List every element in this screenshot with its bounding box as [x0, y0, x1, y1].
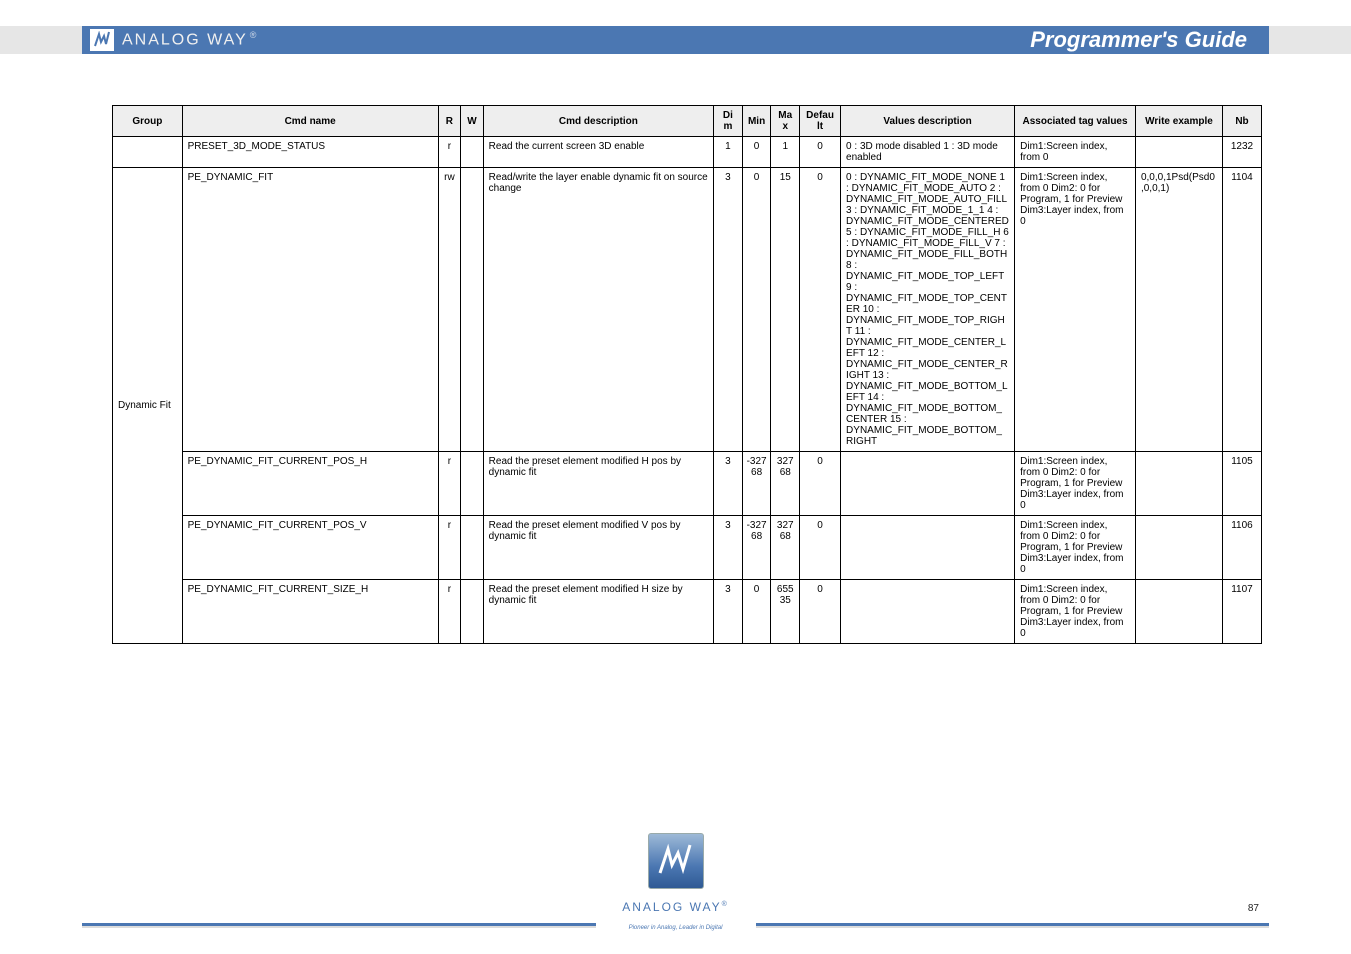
cell-w [461, 580, 484, 644]
cell-r: r [438, 580, 461, 644]
col-tags: Associated tag values [1015, 106, 1136, 137]
col-example: Write example [1135, 106, 1222, 137]
col-cmd: Cmd name [182, 106, 438, 137]
col-dim: Dim [714, 106, 743, 137]
cell-dim: 1 [714, 137, 743, 168]
table-row: PE_DYNAMIC_FIT_CURRENT_SIZE_H r Read the… [113, 580, 1262, 644]
footer: ANALOG WAY® Pioneer in Analog, Leader in… [0, 832, 1351, 940]
cell-nb: 1104 [1222, 168, 1261, 452]
cell-def: 0 [800, 168, 841, 452]
cell-r: r [438, 137, 461, 168]
header: ANALOG WAY® Programmer's Guide [0, 26, 1351, 62]
table-row: PE_DYNAMIC_FIT_CURRENT_POS_V r Read the … [113, 516, 1262, 580]
cell-r: rw [438, 168, 461, 452]
cell-cmd: PRESET_3D_MODE_STATUS [182, 137, 438, 168]
cell-values [841, 580, 1015, 644]
cell-nb: 1106 [1222, 516, 1261, 580]
cell-cmd: PE_DYNAMIC_FIT_CURRENT_SIZE_H [182, 580, 438, 644]
table-row: PRESET_3D_MODE_STATUS r Read the current… [113, 137, 1262, 168]
cell-cmd: PE_DYNAMIC_FIT_CURRENT_POS_V [182, 516, 438, 580]
cell-ex: 0,0,0,1Psd(Psd0,0,0,1) [1135, 168, 1222, 452]
page-title: Programmer's Guide [1030, 27, 1247, 53]
cell-cmd: PE_DYNAMIC_FIT_CURRENT_POS_H [182, 452, 438, 516]
brand-wrap: ANALOG WAY® [90, 29, 258, 51]
cell-tags: Dim1:Screen index, from 0 Dim2: 0 for Pr… [1015, 452, 1136, 516]
page-number: 87 [1248, 903, 1259, 914]
cell-ex [1135, 137, 1222, 168]
cell-max: 32768 [771, 516, 800, 580]
cell-max: 32768 [771, 452, 800, 516]
cell-max: 15 [771, 168, 800, 452]
cell-dim: 3 [714, 516, 743, 580]
cell-group [113, 137, 183, 168]
cell-nb: 1105 [1222, 452, 1261, 516]
col-desc: Cmd description [483, 106, 713, 137]
cell-def: 0 [800, 580, 841, 644]
cell-dim: 3 [714, 168, 743, 452]
cell-def: 0 [800, 137, 841, 168]
cell-def: 0 [800, 516, 841, 580]
cell-desc: Read the preset element modified H size … [483, 580, 713, 644]
cell-desc: Read the preset element modified V pos b… [483, 516, 713, 580]
header-bar: ANALOG WAY® Programmer's Guide [82, 26, 1269, 54]
cell-w [461, 516, 484, 580]
cell-values [841, 516, 1015, 580]
cell-desc: Read the preset element modified H pos b… [483, 452, 713, 516]
table-row: PE_DYNAMIC_FIT_CURRENT_POS_H r Read the … [113, 452, 1262, 516]
col-default: Default [800, 106, 841, 137]
cell-w [461, 452, 484, 516]
cell-tags: Dim1:Screen index, from 0 [1015, 137, 1136, 168]
cell-tags: Dim1:Screen index, from 0 Dim2: 0 for Pr… [1015, 580, 1136, 644]
cell-w [461, 168, 484, 452]
brand-text: ANALOG WAY® [122, 30, 258, 49]
command-table-wrap: Group Cmd name R W Cmd description Dim M… [112, 105, 1262, 644]
cell-desc: Read the current screen 3D enable [483, 137, 713, 168]
cell-tags: Dim1:Screen index, from 0 Dim2: 0 for Pr… [1015, 168, 1136, 452]
col-group: Group [113, 106, 183, 137]
cell-dim: 3 [714, 580, 743, 644]
cell-min: 0 [742, 137, 771, 168]
col-max: Max [771, 106, 800, 137]
cell-nb: 1107 [1222, 580, 1261, 644]
cell-cmd: PE_DYNAMIC_FIT [182, 168, 438, 452]
cell-r: r [438, 452, 461, 516]
col-nb: Nb [1222, 106, 1261, 137]
cell-r: r [438, 516, 461, 580]
cell-values: 0 : 3D mode disabled 1 : 3D mode enabled [841, 137, 1015, 168]
col-r: R [438, 106, 461, 137]
cell-group: Dynamic Fit [113, 168, 183, 644]
cell-min: 0 [742, 580, 771, 644]
cell-values [841, 452, 1015, 516]
cell-max: 1 [771, 137, 800, 168]
command-table: Group Cmd name R W Cmd description Dim M… [112, 105, 1262, 644]
cell-def: 0 [800, 452, 841, 516]
cell-max: 65535 [771, 580, 800, 644]
table-header-row: Group Cmd name R W Cmd description Dim M… [113, 106, 1262, 137]
cell-w [461, 137, 484, 168]
cell-min: -32768 [742, 452, 771, 516]
col-values: Values description [841, 106, 1015, 137]
cell-min: 0 [742, 168, 771, 452]
footer-brand-text: ANALOG WAY® [622, 900, 729, 914]
col-w: W [461, 106, 484, 137]
cell-dim: 3 [714, 452, 743, 516]
cell-tags: Dim1:Screen index, from 0 Dim2: 0 for Pr… [1015, 516, 1136, 580]
table-row: Dynamic Fit PE_DYNAMIC_FIT rw Read/write… [113, 168, 1262, 452]
cell-min: -32768 [742, 516, 771, 580]
cell-ex [1135, 452, 1222, 516]
col-min: Min [742, 106, 771, 137]
cell-nb: 1232 [1222, 137, 1261, 168]
footer-brand-block: ANALOG WAY® Pioneer in Analog, Leader in… [596, 833, 756, 934]
footer-tagline: Pioneer in Analog, Leader in Digital [629, 925, 723, 931]
cell-values: 0 : DYNAMIC_FIT_MODE_NONE 1 : DYNAMIC_FI… [841, 168, 1015, 452]
cell-desc: Read/write the layer enable dynamic fit … [483, 168, 713, 452]
footer-logo-icon [648, 833, 704, 889]
cell-ex [1135, 516, 1222, 580]
brand-icon [90, 29, 114, 51]
cell-ex [1135, 580, 1222, 644]
registered-icon: ® [250, 30, 259, 40]
